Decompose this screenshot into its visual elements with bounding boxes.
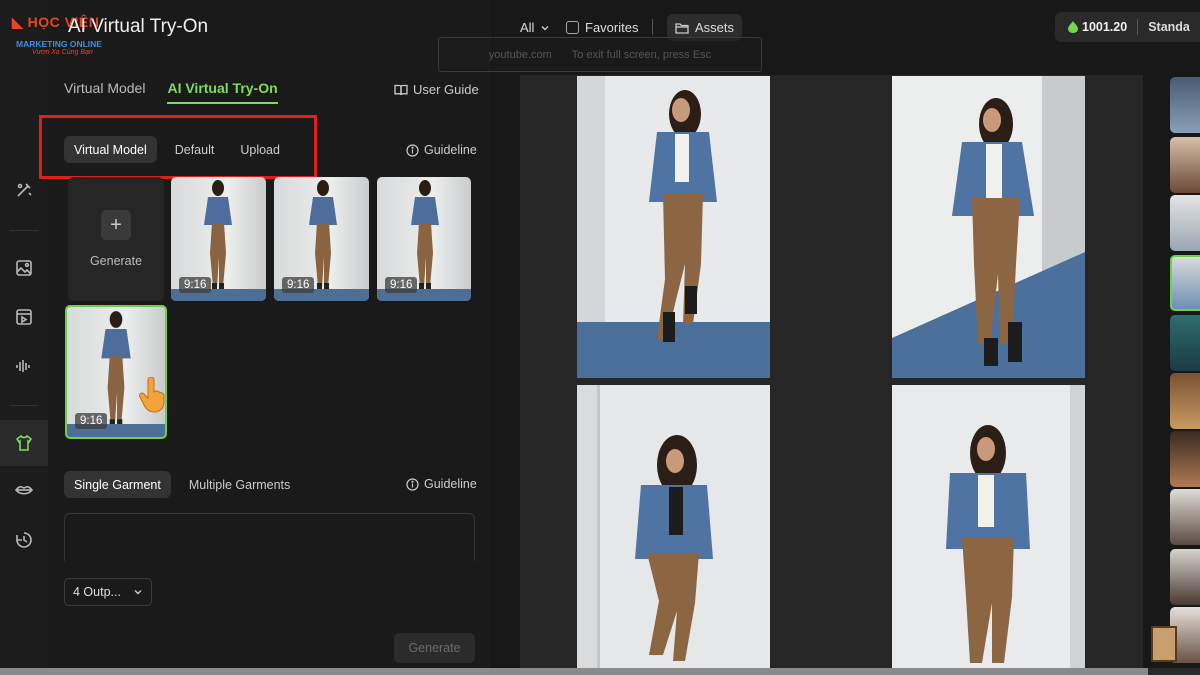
plan-label: Standa	[1148, 20, 1190, 34]
sidebar-divider	[10, 230, 38, 231]
tab-single-garment[interactable]: Single Garment	[64, 471, 171, 498]
credits-badge[interactable]: 1001.20 Standa	[1055, 12, 1200, 42]
result-photo	[577, 385, 770, 668]
plus-icon: +	[101, 210, 131, 240]
generate-card-label: Generate	[89, 254, 143, 268]
model-thumb[interactable]: 9:16	[171, 177, 266, 301]
outputs-select-value: 4 Outp...	[73, 585, 121, 599]
divider	[652, 19, 653, 35]
guideline-label: Guideline	[424, 143, 477, 157]
magic-wand-icon	[17, 183, 32, 197]
garment-tabs: Single Garment Multiple Garments	[64, 471, 300, 498]
user-guide-label: User Guide	[413, 82, 479, 97]
history-thumb[interactable]	[1170, 315, 1200, 371]
sidebar-item-audio[interactable]	[0, 346, 48, 386]
outputs-select[interactable]: 4 Outp...	[64, 578, 152, 606]
main-tabs: Virtual Model AI Virtual Try-On	[64, 80, 278, 104]
ratio-badge: 9:16	[179, 277, 212, 293]
sidebar	[0, 0, 48, 675]
hand-pointer-icon	[139, 377, 165, 413]
fullscreen-notice: youtube.com To exit full screen, press E…	[438, 37, 762, 72]
image-icon	[16, 260, 32, 276]
guideline-link[interactable]: Guideline	[406, 143, 477, 157]
result-photo	[892, 385, 1085, 668]
favorites-label: Favorites	[585, 20, 639, 35]
assets-label: Assets	[695, 20, 735, 35]
info-icon	[406, 477, 419, 491]
sidebar-item-lips[interactable]	[0, 470, 48, 510]
wall-icon	[1151, 626, 1177, 662]
scrollbar-track	[1148, 668, 1200, 675]
ratio-badge: 9:16	[282, 277, 315, 293]
garment-upload-area[interactable]	[64, 513, 475, 561]
result-image[interactable]	[892, 76, 1085, 378]
generate-model-card[interactable]: + Generate	[68, 177, 164, 301]
history-thumb[interactable]	[1170, 549, 1200, 605]
result-photo	[892, 76, 1085, 378]
credits-amount: 1001.20	[1082, 20, 1128, 34]
fullscreen-hint: To exit full screen, press Esc	[571, 48, 712, 61]
result-image[interactable]	[577, 76, 770, 378]
logo-tagline: Vươn Xa Cùng Bạn	[32, 49, 93, 56]
sidebar-item-video[interactable]	[0, 297, 48, 337]
model-thumb-selected[interactable]: 9:16	[65, 305, 167, 439]
favorites-checkbox[interactable]	[566, 21, 579, 34]
history-thumb[interactable]	[1170, 489, 1200, 545]
sidebar-item-history[interactable]	[0, 520, 48, 560]
filter-all-label: All	[520, 20, 535, 35]
history-thumb[interactable]	[1170, 137, 1200, 193]
lips-icon	[14, 485, 34, 495]
result-image[interactable]	[892, 385, 1085, 668]
history-thumb[interactable]	[1170, 77, 1200, 133]
panel-divider	[492, 0, 493, 675]
tab-virtual-model[interactable]: Virtual Model	[64, 80, 145, 104]
history-thumb[interactable]	[1170, 431, 1200, 487]
tab-ai-virtual-try-on[interactable]: AI Virtual Try-On	[167, 80, 278, 104]
folder-icon	[675, 22, 689, 34]
history-thumb-selected[interactable]	[1170, 255, 1200, 311]
history-thumb[interactable]	[1170, 373, 1200, 429]
garment-guideline-link[interactable]: Guideline	[406, 477, 477, 491]
logo-sub: MARKETING ONLINE	[16, 39, 102, 49]
audio-wave-icon	[16, 360, 30, 372]
guideline-label: Guideline	[424, 477, 477, 491]
result-photo	[577, 76, 770, 378]
sidebar-item-image[interactable]	[0, 248, 48, 288]
fullscreen-domain: youtube.com	[488, 48, 552, 61]
sidebar-divider	[10, 405, 38, 406]
video-icon	[16, 309, 32, 325]
model-thumb[interactable]: 9:16	[274, 177, 369, 301]
generate-button[interactable]: Generate	[394, 633, 475, 663]
history-icon	[16, 532, 32, 548]
sidebar-item-tryon[interactable]	[0, 420, 48, 466]
highlight-box	[39, 115, 317, 179]
result-image[interactable]	[577, 385, 770, 668]
book-icon	[394, 84, 408, 95]
chevron-down-icon	[541, 25, 549, 30]
gem-icon	[1068, 21, 1078, 33]
page-title: AI Virtual Try-On	[68, 16, 209, 37]
ratio-badge: 9:16	[385, 277, 418, 293]
shirt-icon	[15, 434, 33, 451]
horizontal-scrollbar[interactable]	[0, 668, 1148, 675]
chevron-down-icon	[134, 590, 142, 595]
credits-value: 1001.20	[1055, 20, 1127, 34]
info-icon	[406, 143, 419, 157]
history-thumb[interactable]	[1170, 195, 1200, 251]
divider	[1137, 19, 1139, 35]
ratio-badge: 9:16	[75, 413, 108, 429]
user-guide-link[interactable]: User Guide	[394, 82, 479, 97]
model-thumb[interactable]: 9:16	[377, 177, 471, 301]
tab-multiple-garments[interactable]: Multiple Garments	[179, 471, 300, 498]
